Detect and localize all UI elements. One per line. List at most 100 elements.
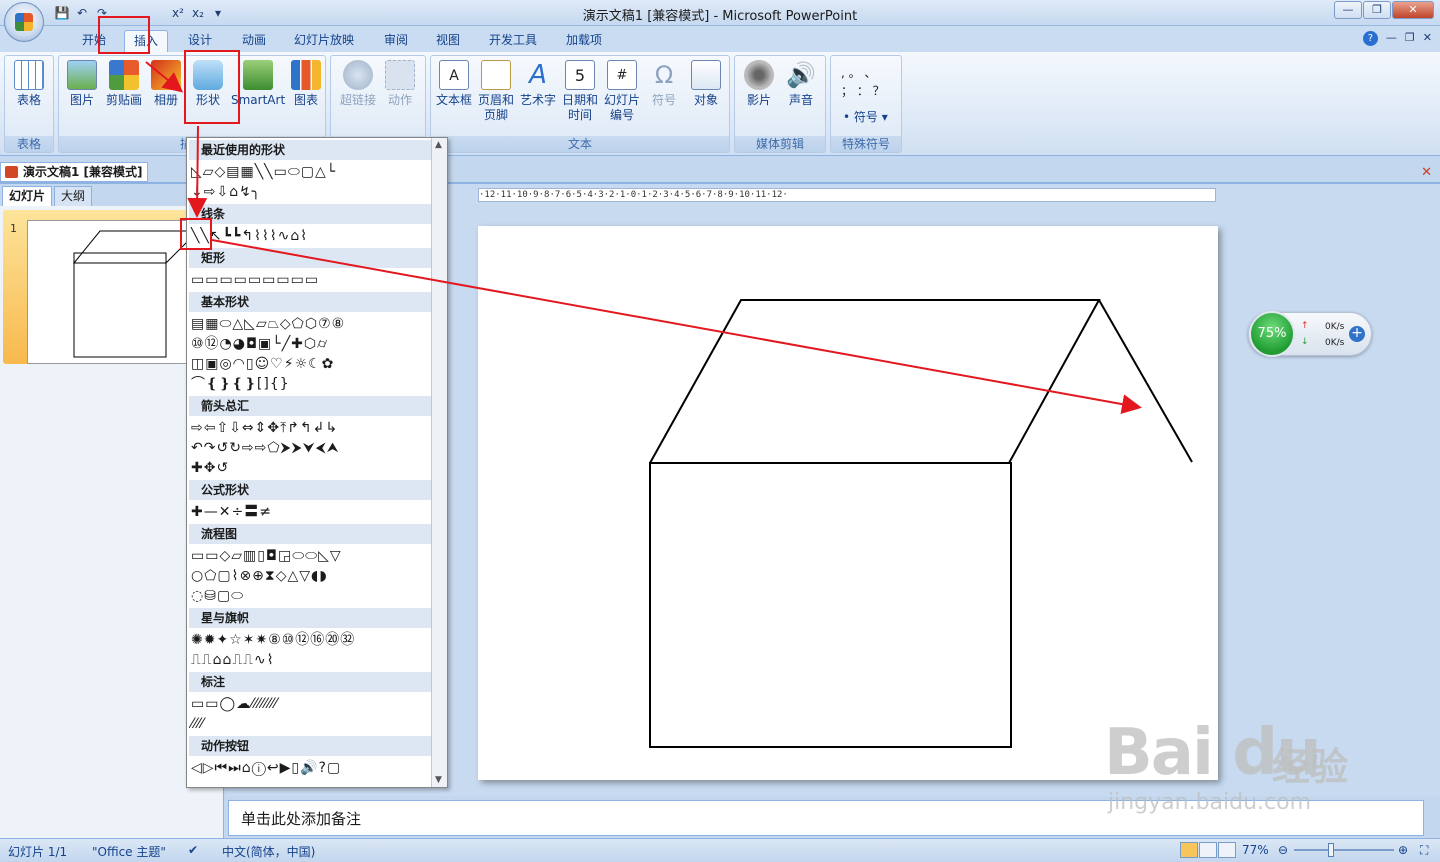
tab-view[interactable]: 视图 (426, 30, 470, 52)
close-button[interactable]: ✕ (1392, 1, 1434, 19)
textbox-button[interactable]: A 文本框 (433, 60, 475, 108)
document-close-icon[interactable]: ✕ (1421, 165, 1432, 180)
house-roof[interactable] (649, 299, 1101, 464)
datetime-button[interactable]: 5 日期和时间 (559, 60, 601, 123)
action-button[interactable]: 动作 (379, 60, 421, 108)
shapes-row[interactable]: ↶↷↺↻⇨⇨⬠⮞⮞⮟⮜⮝ (189, 438, 431, 458)
annotation-insert-tab (98, 16, 150, 54)
group-label-tables: 表格 (5, 136, 53, 152)
tab-design[interactable]: 设计 (178, 30, 222, 52)
expand-plus-icon[interactable]: + (1349, 326, 1365, 342)
net-speed-widget[interactable]: 75% ↑ 0K/s ↓ 0K/s + (1248, 311, 1372, 357)
chart-button[interactable]: 图表 (285, 60, 327, 108)
slide-number-button[interactable]: # 幻灯片编号 (601, 60, 643, 123)
doc-close-icon[interactable]: ✕ (1423, 31, 1432, 46)
annotation-shapes-button (184, 50, 240, 124)
status-bar: 幻灯片 1/1 "Office 主题" ✔ 中文(简体，中国) 77% ⊖ ⊕ … (0, 838, 1440, 862)
house-rect[interactable] (649, 462, 1012, 748)
shapes-row[interactable]: ✺✹✦☆✶✷⑧⑩⑫⑯⑳㉜ (189, 630, 431, 650)
action-label: 动作 (387, 93, 412, 107)
shapes-row[interactable]: ╲╲↖┗┗↰⌇⌇⌇∿⌂⌇ (189, 226, 431, 246)
powerpoint-icon (5, 166, 18, 178)
shapes-row[interactable]: ✚✥↺ (189, 458, 431, 478)
doc-minimize-icon[interactable]: — (1386, 31, 1397, 46)
object-button[interactable]: 对象 (685, 60, 727, 108)
shapes-row[interactable]: ⌒❴❵❴❵[]{} (189, 374, 431, 394)
wordart-label: 艺术字 (519, 93, 556, 107)
ribbon-help-area: ? — ❐ ✕ (1362, 31, 1432, 46)
shapes-row[interactable]: ↓⇨⇩⌂↯╮ (189, 182, 431, 202)
download-arrow-icon: ↓ (1301, 337, 1309, 347)
shapes-row[interactable]: ◌⛁▢⬭ (189, 586, 431, 606)
shapes-row[interactable]: ◫▣◎◠▯☺♡⚡☼☾✿ (189, 354, 431, 374)
office-button[interactable] (4, 2, 44, 42)
spellcheck-icon[interactable]: ✔ (188, 843, 198, 857)
zoom-in-icon[interactable]: ⊕ (1398, 843, 1408, 857)
shapes-row[interactable]: ◁▷⏮⏭⌂ⓘ↩▶▯🔊?▢ (189, 758, 431, 778)
scroll-up-icon[interactable]: ▲ (435, 140, 442, 150)
tab-addins[interactable]: 加载项 (556, 30, 612, 52)
shapes-row[interactable]: ▭▭◯☁⁄⁄⁄⁄⁄⁄⁄⁄ (189, 694, 431, 714)
hyperlink-button[interactable]: 超链接 (337, 60, 379, 108)
normal-view-button[interactable] (1180, 842, 1198, 858)
tab-outline[interactable]: 大纲 (54, 186, 93, 206)
title-bar: 💾 ↶ ↷ x² x₂ ▾ 演示文稿1 [兼容模式] - Microsoft P… (0, 0, 1440, 26)
shapes-dropdown: ▲ ▼ 最近使用的形状 ◺▱◇▤▦╲╲▭⬭▢△└ ↓⇨⇩⌂↯╮ 线条 ╲╲↖┗┗↰⌇⌇⌇∿… (186, 137, 448, 788)
sound-button[interactable]: 🔊 声音 (780, 60, 822, 108)
tab-animations[interactable]: 动画 (232, 30, 276, 52)
zoom-slider[interactable] (1294, 849, 1394, 851)
tab-slideshow[interactable]: 幻灯片放映 (288, 30, 360, 52)
shapes-row[interactable]: ▭▭▭▭▭▭▭▭▭ (189, 270, 431, 290)
shapes-row[interactable]: ○⬠▢⌇⊗⊕⧗◇△▽◖◗ (189, 566, 431, 586)
picture-button[interactable]: 图片 (61, 60, 103, 108)
minimize-button[interactable]: — (1334, 1, 1362, 19)
movie-button[interactable]: 影片 (738, 60, 780, 108)
zoom-out-icon[interactable]: ⊖ (1278, 843, 1288, 857)
baidu-watermark: Bai du 经验 jingyan.baidu.com (1104, 716, 1349, 815)
shapes-row[interactable]: ⇨⇦⇧⇩⇔⇕✥⤒↱↰↲↳ (189, 418, 431, 438)
document-tab[interactable]: 演示文稿1 [兼容模式] (0, 162, 148, 182)
object-label: 对象 (693, 93, 718, 107)
tab-review[interactable]: 审阅 (374, 30, 418, 52)
header-footer-button[interactable]: 页眉和页脚 (475, 60, 517, 123)
textbox-label: 文本框 (435, 93, 472, 107)
sorter-view-button[interactable] (1199, 842, 1217, 858)
slide-number-icon: # (607, 60, 637, 90)
shapes-row[interactable]: ⎍⎍⌂⌂⎍⎍∿⌇ (189, 650, 431, 670)
object-icon (691, 60, 721, 90)
status-language[interactable]: 中文(简体，中国) (222, 843, 315, 860)
wordart-button[interactable]: A 艺术字 (517, 60, 559, 108)
zoom-level[interactable]: 77% (1242, 843, 1269, 857)
clipart-button[interactable]: 剪贴画 (103, 60, 145, 108)
table-button[interactable]: 表格 (8, 60, 50, 108)
fit-window-icon[interactable]: ⛶ (1420, 843, 1428, 858)
special-symbols-grid[interactable]: , 。 、 ； ： ？ (841, 64, 891, 100)
shapes-section-header: 流程图 (189, 524, 431, 544)
symbol-button[interactable]: Ω 符号 (643, 60, 685, 108)
dropdown-scrollbar[interactable]: ▲ ▼ (431, 138, 447, 787)
annotation-line-shape (180, 218, 212, 250)
calendar-icon: 5 (565, 60, 595, 90)
scroll-down-icon[interactable]: ▼ (435, 775, 442, 785)
table-label: 表格 (16, 93, 41, 107)
restore-button[interactable]: ❐ (1363, 1, 1391, 19)
shapes-row[interactable]: ▭▭◇▱▥▯◘◲⬭⬭◺▽ (189, 546, 431, 566)
tab-developer[interactable]: 开发工具 (482, 30, 544, 52)
slide-canvas[interactable] (478, 226, 1218, 780)
zoom-slider-thumb[interactable] (1328, 843, 1334, 857)
shapes-row[interactable]: ⁄⁄⁄⁄ (189, 714, 431, 734)
tab-slides[interactable]: 幻灯片 (2, 186, 53, 206)
shapes-row[interactable]: ✚—✕÷〓≠ (189, 502, 431, 522)
shapes-row[interactable]: ◺▱◇▤▦╲╲▭⬭▢△└ (189, 162, 431, 182)
help-icon[interactable]: ? (1362, 31, 1378, 46)
shapes-row[interactable]: ⑩⑫◔◕◘▣└╱✚⬡⌭ (189, 334, 431, 354)
shapes-row[interactable]: ▤▦⬭△◺▱⏢◇⬠⬡⑦⑧ (189, 314, 431, 334)
album-button[interactable]: 相册 (145, 60, 187, 108)
doc-restore-icon[interactable]: ❐ (1405, 31, 1415, 46)
slideshow-view-button[interactable] (1218, 842, 1236, 858)
special-symbol-button[interactable]: • 符号 ▾ (843, 108, 888, 125)
roof-right-line[interactable] (1098, 299, 1193, 463)
group-text: A 文本框 页眉和页脚 A 艺术字 5 日期和时间 # 幻灯片编号 Ω 符号 对象 文本 (430, 55, 730, 153)
group-tables: 表格 表格 (4, 55, 54, 153)
textbox-icon: A (439, 60, 469, 90)
